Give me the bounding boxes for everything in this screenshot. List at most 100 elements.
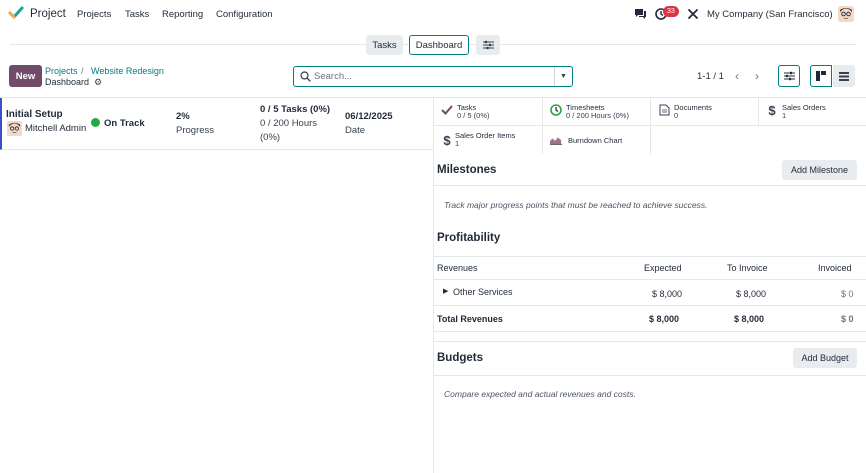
status-label: On Track [104,118,145,129]
budgets-top-divider [434,341,866,342]
table-row[interactable]: ▶ Other Services $ 8,000 $ 8,000 $ 0 [434,280,866,306]
total-expected: $ 8,000 [649,314,680,324]
documents-stat-button[interactable]: Documents 0 [651,98,759,126]
project-list-pane: Initial Setup Mitchell Admin On Track 2%… [0,98,433,473]
dollar-icon: $ [443,132,451,148]
new-button[interactable]: New [9,65,42,87]
project-app-icon[interactable] [8,5,24,21]
caret-down-icon: ▼ [560,73,567,80]
profitability-header-row: Revenues Expected To Invoice Invoiced [434,256,866,280]
chat-icon[interactable] [634,8,647,20]
total-revenues-label: Total Revenues [437,314,503,324]
timesheets-stat-button[interactable]: Timesheets 0 / 200 Hours (0%) [543,98,651,126]
search-bar[interactable]: ▼ [293,66,573,87]
revenue-line-invoiced: $ 0 [841,289,854,299]
documents-stat-title: Documents [674,103,712,112]
view-filter-button[interactable] [476,35,500,55]
sliders-icon [482,40,494,50]
burndown-chart-stat-button[interactable]: Burndown Chart [543,126,651,154]
pager-value[interactable]: 1-1 / 1 [697,71,724,82]
add-budget-button[interactable]: Add Budget [793,348,857,368]
revenue-line-expected: $ 8,000 [652,289,683,299]
search-icon [300,71,311,82]
total-to-invoice: $ 8,000 [734,314,765,324]
menu-reporting[interactable]: Reporting [162,9,203,20]
settings-sliders-button[interactable] [778,65,800,87]
company-switcher[interactable]: My Company (San Francisco) [707,9,833,20]
milestones-divider [434,185,866,186]
sales-order-items-stat-button[interactable]: $ Sales Order Items 1 [434,126,543,154]
breadcrumb-website-redesign[interactable]: Website Redesign [91,66,164,76]
expected-column-header: Expected [644,263,682,273]
list-icon [839,71,849,81]
add-milestone-button[interactable]: Add Milestone [782,160,857,180]
hours-percentage: (0%) [260,132,281,143]
documents-stat-value: 0 [674,111,679,120]
project-update-name: Initial Setup [6,109,63,120]
date-value: 06/12/2025 [345,111,393,122]
menu-configuration[interactable]: Configuration [216,9,273,20]
project-update-card[interactable]: Initial Setup Mitchell Admin On Track 2%… [0,98,433,150]
revenue-line-to-invoice: $ 8,000 [736,289,767,299]
sliders-icon [783,71,795,81]
sales-orders-stat-title: Sales Orders [782,103,826,112]
progress-value: 2% [176,111,190,122]
dashboard-view-button[interactable]: Dashboard [409,35,469,55]
tasks-summary: 0 / 5 Tasks (0%) [260,104,331,115]
to-invoice-column-header: To Invoice [727,263,768,273]
caret-right-icon[interactable]: ▶ [443,287,448,295]
kanban-icon [816,71,826,81]
date-label: Date [345,125,366,136]
app-name[interactable]: Project [30,8,66,20]
pager-previous-button[interactable]: ‹ [730,67,744,85]
progress-label: Progress [176,125,215,136]
breadcrumb-current: Dashboard [45,77,90,87]
check-icon [441,104,453,116]
hours-summary: 0 / 200 Hours [260,118,318,129]
user-avatar [7,121,22,136]
project-user-name: Mitchell Admin [25,123,87,134]
burndown-chart-stat-title: Burndown Chart [568,136,623,145]
status-dot-icon [91,118,100,127]
document-icon [658,104,670,116]
sales-orders-stat-value: 1 [782,111,787,120]
budgets-title: Budgets [437,352,483,364]
sales-orders-stat-button[interactable]: $ Sales Orders 1 [759,98,866,126]
pager-next-button[interactable]: › [750,67,764,85]
milestones-hint: Track major progress points that must be… [444,200,708,210]
chevron-right-icon: › [755,69,759,83]
top-navbar: Project Projects Tasks Reporting Configu… [0,0,866,28]
chevron-left-icon: ‹ [735,69,739,83]
total-revenues-row: Total Revenues $ 8,000 $ 8,000 $ 0 [434,306,866,332]
invoiced-column-header: Invoiced [818,263,852,273]
clock-icon [550,104,562,116]
profitability-title: Profitability [437,232,501,244]
breadcrumb-separator: / [81,66,84,76]
area-chart-icon [550,134,562,146]
timesheets-stat-value: 0 / 200 Hours (0%) [566,111,629,120]
budgets-hint: Compare expected and actual revenues and… [444,389,636,399]
breadcrumb-projects[interactable]: Projects [45,66,78,76]
tasks-view-button[interactable]: Tasks [366,35,403,55]
revenue-line-label: Other Services [453,287,513,297]
project-dashboard-pane: Tasks 0 / 5 (0%) Timesheets 0 / 200 Hour… [434,98,866,473]
budgets-divider [434,375,866,376]
sales-order-items-stat-value: 1 [455,139,460,148]
list-view-button[interactable] [833,65,855,87]
menu-projects[interactable]: Projects [77,9,111,20]
dollar-icon: $ [768,102,776,118]
milestones-title: Milestones [437,164,497,176]
tools-icon[interactable] [687,8,699,20]
tasks-stat-value: 0 / 5 (0%) [457,111,490,120]
user-avatar[interactable] [838,6,854,22]
tasks-stat-button[interactable]: Tasks 0 / 5 (0%) [434,98,543,126]
gear-icon[interactable]: ⚙ [94,77,102,88]
total-invoiced: $ 0 [841,314,854,324]
notification-badge: 33 [663,6,679,17]
search-input[interactable] [314,69,549,84]
sales-order-items-stat-title: Sales Order Items [455,131,516,140]
revenues-column-header: Revenues [437,263,478,273]
menu-tasks[interactable]: Tasks [125,9,149,20]
kanban-view-button[interactable] [810,65,832,87]
search-options-toggle[interactable]: ▼ [554,67,572,86]
